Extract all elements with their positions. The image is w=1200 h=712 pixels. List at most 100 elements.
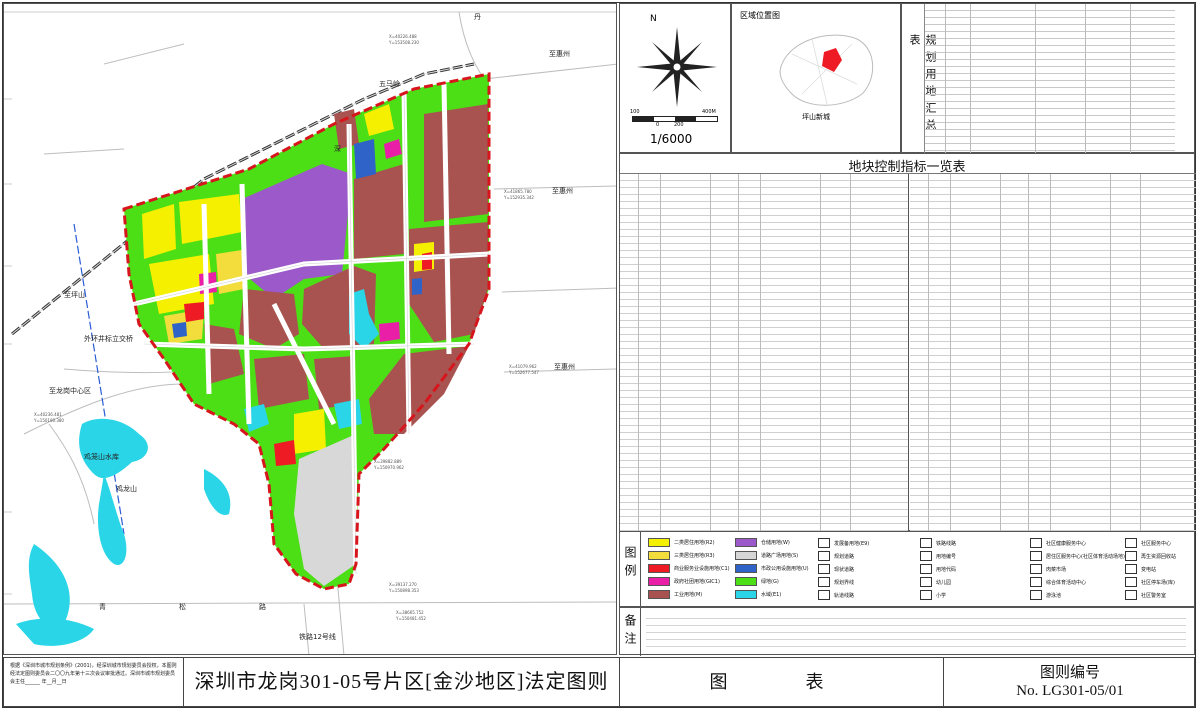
notes-title: 备注 — [623, 614, 637, 650]
place-label-jiulongshan: 鸡龙山 — [116, 485, 137, 493]
legend-item: 三类居住用地(R3) — [648, 551, 715, 560]
legend-label: 仓储用地(W) — [761, 540, 790, 546]
coord-label: X=40236.481 — [34, 412, 62, 417]
legend-label: 小学 — [936, 592, 947, 599]
legend-label: 肉菜市场 — [1046, 566, 1067, 573]
legend-swatch — [648, 590, 670, 599]
legend-swatch — [1125, 551, 1137, 561]
legend-swatch — [735, 577, 757, 586]
coord-label: X=38665.752 — [396, 610, 424, 615]
place-label-to-huizhou-north: 至惠州 — [549, 50, 570, 58]
coord-label: Y=150481.452 — [396, 616, 426, 621]
legend-label: 社区警务室 — [1141, 592, 1167, 599]
coord-label: Y=150898.353 — [389, 588, 419, 593]
legend-label: 道路广场用地(S) — [761, 553, 799, 559]
title-block: 根据《深圳市城市规划条例》(2001)，经深圳城市规划委员会授权，本图则经法定图… — [3, 657, 1195, 707]
place-label-wumaling: 五马岭 — [379, 80, 400, 88]
region-map-icon — [779, 34, 874, 106]
road-label-shen: 深 — [334, 145, 341, 153]
legend-item: 现状道路 — [818, 564, 854, 574]
legend-label: 商业服务业设施用地(C1) — [674, 566, 730, 572]
legend-swatch — [1030, 577, 1042, 587]
region-location-panel: 区域位置图 坪山新城 — [731, 3, 901, 153]
legend-item: 用地编号 — [920, 551, 956, 561]
legend-swatch — [648, 538, 670, 547]
notes-panel: 备注 — [619, 607, 1195, 656]
legend-swatch — [1030, 590, 1042, 600]
scale-tick: 0 — [656, 122, 660, 128]
legend-item: 发展备用地(E9) — [818, 538, 869, 548]
legend-item: 综合体育活动中心 — [1030, 577, 1086, 587]
legend-label: 再生资源回收站 — [1141, 553, 1177, 560]
legend-item: 游泳池 — [1030, 590, 1061, 600]
legend-swatch — [818, 590, 830, 600]
legend-label: 市政公用设施用地(U) — [761, 566, 809, 572]
legend-label: 发展备用地(E9) — [834, 540, 870, 547]
legend-swatch — [818, 564, 830, 574]
legend-item: 铁路线路 — [920, 538, 956, 548]
legend-item: 社区服务中心 — [1125, 538, 1171, 548]
plan-title: 深圳市龙岗301-05号片区[金沙地区]法定图则 — [184, 658, 620, 706]
legend-swatch — [1125, 564, 1137, 574]
legend-label: 工业用地(M) — [674, 592, 703, 598]
legend-swatch — [1030, 538, 1042, 548]
coord-label: X=39137.270 — [389, 582, 417, 587]
legend-item: 变电站 — [1125, 564, 1156, 574]
coord-label: Y=150190.380 — [34, 418, 64, 423]
legend-label: 变电站 — [1141, 566, 1157, 573]
road-label-song: 松 — [179, 603, 186, 611]
legend-label: 游泳池 — [1046, 592, 1062, 599]
legend-label: 绿地(G) — [761, 579, 779, 585]
place-label-to-huizhou-middle: 至惠州 — [552, 187, 573, 195]
place-label-to-pingshan: 至坪山 — [64, 291, 85, 299]
road-label-dan: 丹 — [474, 13, 481, 21]
legend-label: 三类居住用地(R3) — [674, 553, 715, 559]
legend-item: 小学 — [920, 590, 946, 600]
coord-label: Y=150970.962 — [374, 465, 404, 470]
figure-number: No. LG301-05/01 — [1016, 683, 1124, 699]
legend-label: 用地代码 — [936, 566, 957, 573]
place-label-to-huizhou-south: 至惠州 — [554, 363, 575, 371]
coord-label: X=41079.962 — [509, 364, 537, 369]
legend-label: 规划界线 — [834, 579, 855, 586]
figure-label: 图 表 — [620, 658, 944, 706]
scale-ratio: 1/6000 — [650, 132, 693, 146]
legend-item: 规划界线 — [818, 577, 854, 587]
legend-label: 社区服务中心 — [1141, 540, 1172, 547]
legend-item: 仓储用地(W) — [735, 538, 790, 547]
legend-swatch — [920, 551, 932, 561]
legend-swatch — [648, 551, 670, 560]
notes-text-lines — [646, 612, 1186, 652]
legend-item: 社区健康服务中心 — [1030, 538, 1086, 548]
legend-item: 再生资源回收站 — [1125, 551, 1176, 561]
legend-item: 规划道路 — [818, 551, 854, 561]
legend-label: 轨道线路 — [834, 592, 855, 599]
north-scale-panel: N 100 0 200 400M 1/6000 — [619, 3, 731, 153]
legend-item: 二类居住用地(R2) — [648, 538, 715, 547]
scale-tick: 200 — [674, 122, 684, 128]
legend-swatch — [920, 590, 932, 600]
right-column: N 100 0 200 400M 1/6000 区域位置图 坪山新城 表 地块控… — [619, 3, 1196, 656]
place-label-reservoir: 鸡笼山水库 — [84, 453, 119, 461]
legend-item: 商业服务业设施用地(C1) — [648, 564, 730, 573]
place-label-outer-ring: 外环井标立交桥 — [84, 335, 133, 343]
legend-label: 水域(E1) — [761, 592, 782, 598]
land-use-summary-table: 规划用地汇总表 — [901, 3, 1195, 154]
legend-label: 社区停车场(库) — [1141, 579, 1175, 586]
legend-item: 政府社团用地(GIC1) — [648, 577, 720, 586]
legend-swatch — [1030, 551, 1042, 561]
legend-swatch — [920, 538, 932, 548]
coord-label: Y=152677.547 — [509, 370, 539, 375]
legend-swatch — [735, 551, 757, 560]
legend-item: 道路广场用地(S) — [735, 551, 798, 560]
road-label-lu: 路 — [259, 603, 266, 611]
legend-swatch — [1125, 590, 1137, 600]
land-use-map[interactable]: 五马岭 至惠州 至惠州 至惠州 外环井标立交桥 至坪山 至龙岗中心区 鸡笼山水库… — [3, 3, 617, 655]
north-arrow-icon — [637, 27, 717, 107]
map-drawing — [4, 11, 616, 654]
legend-swatch — [735, 538, 757, 547]
legend-title: 图例 — [623, 546, 637, 582]
coord-label: Y=153508.230 — [389, 40, 419, 45]
legend-swatch — [648, 564, 670, 573]
legend-label: 用地编号 — [936, 553, 957, 560]
